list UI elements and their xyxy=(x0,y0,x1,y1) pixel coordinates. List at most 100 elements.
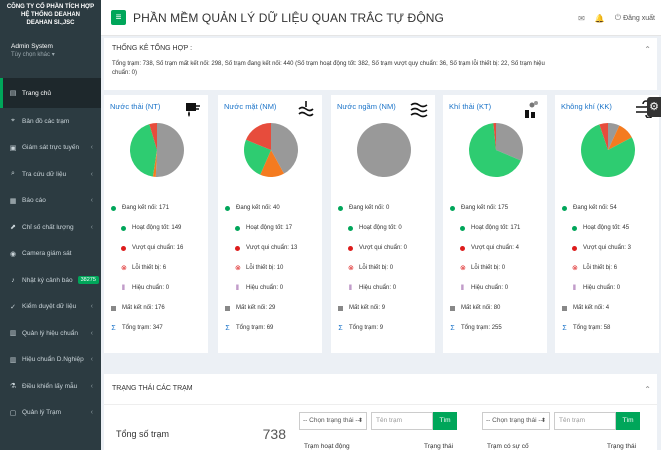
sidebar-item-12[interactable]: ▢ Quản lý Trạm ‹ xyxy=(0,400,101,427)
stat-value: 6 xyxy=(613,265,618,271)
logout-button[interactable]: ⏻ Đăng xuất xyxy=(615,13,655,23)
stat-label: Lỗi thiết bị: xyxy=(359,265,389,271)
total-stations-value: 738 xyxy=(262,426,286,442)
station-card-title[interactable]: Nước thải (NT) xyxy=(110,102,160,111)
sidebar-item-4[interactable]: ▦ Báo cáo ‹ xyxy=(0,188,101,215)
sidebar-item-11[interactable]: ⚗ Điều khiển lấy mẫu ‹ xyxy=(0,373,101,400)
chevron-left-icon: ‹ xyxy=(90,329,93,337)
sidebar-item-7[interactable]: ♪ Nhật ký cảnh báo 38275 xyxy=(0,267,101,294)
stat-value: 175 xyxy=(498,205,509,211)
stat-row-error: ⊗ Lỗi thiết bị: 6 xyxy=(111,258,209,278)
summary-collapse-button[interactable]: ⌃ xyxy=(644,45,651,54)
total-stations: Tổng số trạm 738 xyxy=(116,426,286,449)
incident-station-search-input[interactable]: Tên trạm xyxy=(554,412,616,430)
stat-label: Mất kết nối: xyxy=(573,305,605,311)
bell-icon[interactable]: 🔔 xyxy=(595,14,605,23)
station-pie-chart[interactable] xyxy=(129,122,185,178)
pie-slice-lost[interactable] xyxy=(155,123,184,177)
stat-value: 17 xyxy=(285,225,293,231)
sidebar-item-8[interactable]: ✓ Kiểm duyệt dữ liệu ‹ xyxy=(0,294,101,321)
chevron-left-icon: ‹ xyxy=(90,197,93,205)
stat-label: Vượt qui chuẩn: xyxy=(246,245,289,251)
stat-label: Vượt qui chuẩn: xyxy=(132,245,175,251)
sidebar-item-label: Camera giám sát xyxy=(22,250,72,258)
stat-label: Đang kết nối: xyxy=(349,205,385,211)
sidebar-toggle-button[interactable]: ≡ xyxy=(111,10,126,25)
sidebar-item-label: Hiệu chuẩn D.Nghiệp xyxy=(22,356,84,364)
stat-label: Hoạt động tốt: xyxy=(583,225,621,231)
station-card-title[interactable]: Nước mặt (NM) xyxy=(224,102,276,111)
station-card-1: Nước mặt (NM) Đang kết nối: 40 Hoạt động t… xyxy=(218,95,322,353)
stat-label: Lỗi thiết bị: xyxy=(471,265,501,271)
stat-row-error: ⊗ Lỗi thiết bị: 0 xyxy=(338,258,436,278)
active-status-select-value: -- Chọn trạng thái -- xyxy=(303,417,360,424)
station-pie-chart[interactable] xyxy=(580,122,636,178)
incident-table-header-station: Trạm có sự cố xyxy=(487,443,529,450)
stat-value: 69 xyxy=(266,325,274,331)
stat-value: 0 xyxy=(279,285,284,291)
stat-exceed-icon xyxy=(235,245,240,251)
sidebar-item-0[interactable]: ▤ Trang chủ xyxy=(0,78,101,108)
stat-value: 16 xyxy=(176,245,184,251)
summary-panel: THỐNG KÊ TỔNG HỢP : Tổng trạm: 738, Số t… xyxy=(104,38,657,90)
station-pie-chart[interactable] xyxy=(356,122,412,178)
stat-value: 0 xyxy=(504,285,509,291)
calibrate-icon: ▥ xyxy=(9,330,17,338)
sidebar-item-3[interactable]: ⌕ Tra cứu dữ liệu ‹ xyxy=(0,161,101,188)
stat-row-good: Hoạt động tốt: 17 xyxy=(225,218,323,238)
stat-label: Tổng trạm: xyxy=(349,325,379,331)
stat-value: 0 xyxy=(403,245,407,251)
stat-row-calib: ‖ Hiệu chuẩn: 0 xyxy=(225,278,323,298)
sidebar-item-label: Điều khiển lấy mẫu xyxy=(22,382,78,390)
stat-label: Hiệu chuẩn: xyxy=(359,285,392,291)
station-pie-chart[interactable] xyxy=(243,122,299,178)
power-icon: ⏻ xyxy=(614,13,622,22)
sidebar-item-2[interactable]: ▣ Giám sát trực tuyến ‹ xyxy=(0,135,101,162)
sidebar-item-label: Chỉ số chất lượng xyxy=(22,223,74,231)
stat-value: 0 xyxy=(392,285,397,291)
stat-lost-icon xyxy=(338,305,343,311)
station-card-title[interactable]: Nước ngầm (NM) xyxy=(337,102,396,111)
stat-label: Vượt qui chuẩn: xyxy=(359,245,402,251)
stat-row-connecting: Đang kết nối: 171 xyxy=(111,198,209,218)
sidebar-item-label: Báo cáo xyxy=(22,197,46,205)
stat-label: Vượt qui chuẩn: xyxy=(471,245,514,251)
user-options-toggle[interactable]: Tùy chọn khác ▾ xyxy=(11,51,101,58)
station-card-title[interactable]: Khí thải (KT) xyxy=(449,102,491,111)
sidebar-item-9[interactable]: ▥ Quản lý hiệu chuẩn ‹ xyxy=(0,320,101,347)
stat-row-error: ⊗ Lỗi thiết bị: 10 xyxy=(225,258,323,278)
active-station-search-input[interactable]: Tên trạm xyxy=(371,412,433,430)
gear-icon[interactable]: ⚙ xyxy=(647,97,661,117)
stat-row-total: Σ Tổng trạm: 347 xyxy=(111,318,209,338)
station-card-0: Nước thải (NT) Đang kết nối: 171 Hoạt động… xyxy=(104,95,208,353)
incident-status-select-value: -- Chọn trạng thái -- xyxy=(486,417,543,424)
active-status-select[interactable]: -- Chọn trạng thái -- ⬍ xyxy=(299,412,367,430)
stat-value: 3 xyxy=(627,245,631,251)
stat-total-icon: Σ xyxy=(225,324,230,332)
incident-status-select[interactable]: -- Chọn trạng thái -- ⬍ xyxy=(482,412,550,430)
stat-row-good: Hoạt động tốt: 0 xyxy=(338,218,436,238)
company-brand[interactable]: CÔNG TY CỔ PHẦN TÍCH HỢP HỆ THỐNG DEAHAN… xyxy=(0,0,101,38)
stat-value: 58 xyxy=(603,325,611,331)
pie-slice-lost[interactable] xyxy=(357,123,411,177)
station-card-3: Khí thải (KT) Đang kết nối: 175 Hoạt động … xyxy=(443,95,547,353)
station-pie-chart[interactable] xyxy=(468,122,524,178)
stat-lost-icon xyxy=(225,305,230,311)
stat-row-calib: ‖ Hiệu chuẩn: 0 xyxy=(338,278,436,298)
mail-icon[interactable]: ✉ xyxy=(578,14,585,23)
stat-value: 176 xyxy=(154,305,165,311)
status-collapse-button[interactable]: ⌃ xyxy=(644,385,651,394)
chevron-left-icon: ‹ xyxy=(90,356,93,364)
sidebar-item-10[interactable]: ▥ Hiệu chuẩn D.Nghiệp ‹ xyxy=(0,347,101,374)
active-search-button[interactable]: Tìm xyxy=(433,412,457,430)
stat-value: 0 xyxy=(165,285,170,291)
sidebar-item-6[interactable]: ◉ Camera giám sát xyxy=(0,241,101,268)
sidebar-item-5[interactable]: ⬈ Chỉ số chất lượng ‹ xyxy=(0,214,101,241)
calibrate-icon: ▥ xyxy=(9,356,17,364)
incident-search-button[interactable]: Tìm xyxy=(616,412,640,430)
top-header: ≡ PHẦN MỀM QUẢN LÝ DỮ LIỆU QUAN TRẮC TỰ … xyxy=(101,0,661,36)
station-card-title[interactable]: Không khí (KK) xyxy=(561,102,612,111)
sidebar-item-1[interactable]: ⌖ Bản đồ các trạm xyxy=(0,108,101,135)
chart-icon: ⬈ xyxy=(10,224,16,232)
stat-label: Hoạt động tốt: xyxy=(246,225,284,231)
